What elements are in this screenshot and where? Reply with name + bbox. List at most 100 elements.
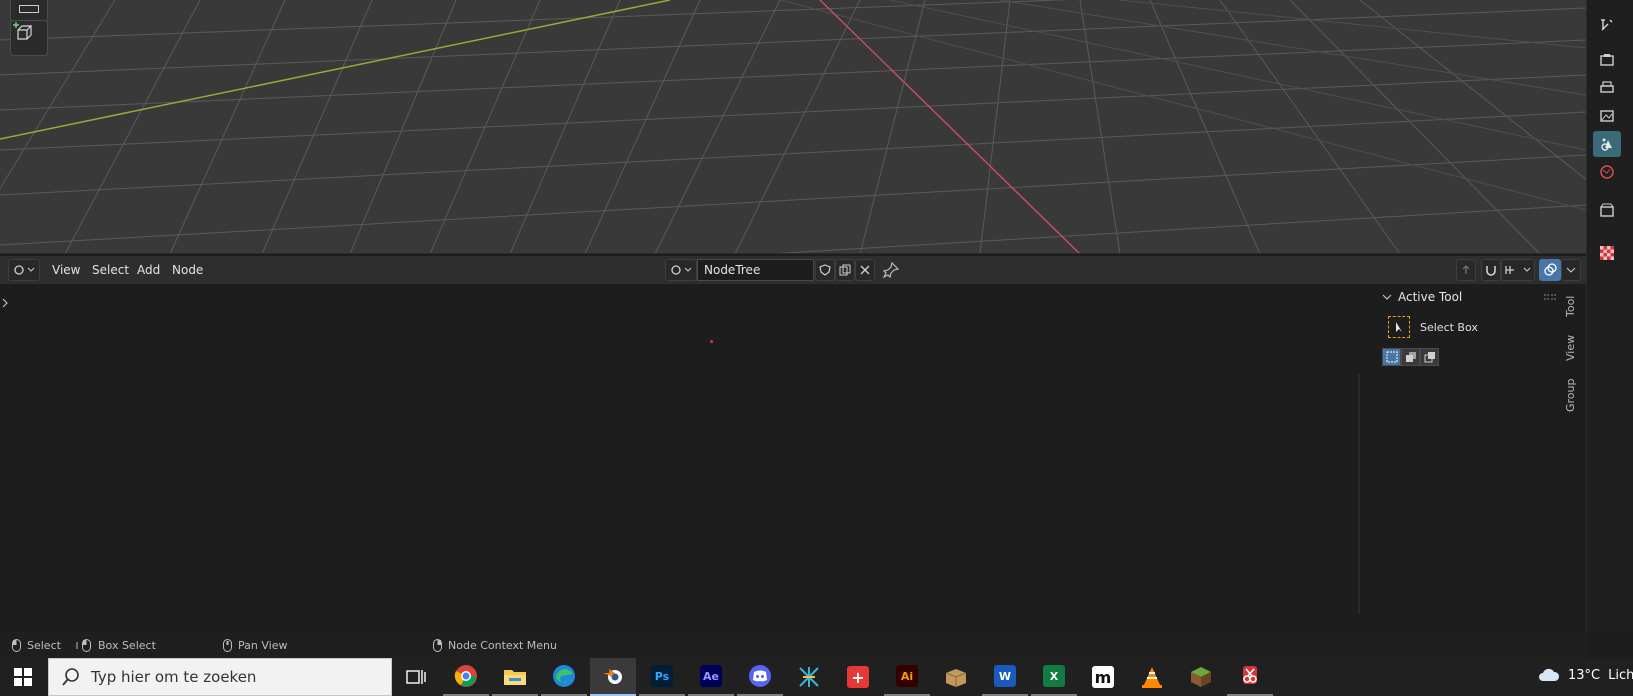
taskbar-chrome[interactable] bbox=[443, 658, 489, 696]
mode-extend-button[interactable] bbox=[1401, 348, 1420, 366]
add-cube-button[interactable] bbox=[10, 20, 48, 56]
weather-widget[interactable]: 13°C Lich bbox=[1538, 667, 1633, 683]
box-icon bbox=[1600, 203, 1614, 217]
taskbar-app-red[interactable]: + bbox=[835, 658, 881, 696]
weather-temp: 13°C bbox=[1568, 667, 1601, 683]
mouse-left-icon bbox=[12, 638, 21, 652]
vlc-cone-icon bbox=[1142, 667, 1162, 688]
scissors-app-icon bbox=[1243, 666, 1257, 684]
node-editor-type-icon bbox=[14, 265, 35, 275]
windows-logo-icon bbox=[14, 668, 32, 686]
mouse-right-icon bbox=[433, 638, 442, 652]
fake-user-button[interactable] bbox=[815, 259, 835, 281]
scene-icon bbox=[1601, 138, 1612, 151]
close-icon bbox=[860, 265, 870, 275]
taskbar-blender[interactable] bbox=[590, 658, 636, 696]
star-app-icon bbox=[799, 667, 819, 687]
snap-element-dropdown[interactable] bbox=[1501, 259, 1535, 281]
active-tool-panel-header[interactable]: Active Tool bbox=[1382, 290, 1462, 304]
task-view-button[interactable] bbox=[393, 658, 439, 696]
taskbar-app-box[interactable] bbox=[933, 658, 979, 696]
drag-handle-icon[interactable] bbox=[1544, 294, 1556, 300]
task-view-icon bbox=[406, 670, 426, 684]
m-app-icon: m bbox=[1092, 666, 1114, 688]
sidebar-tab-view[interactable]: View bbox=[1564, 334, 1580, 362]
checker-texture-icon bbox=[1600, 246, 1614, 260]
taskbar-file-explorer[interactable] bbox=[492, 658, 538, 696]
sidebar-tab-group[interactable]: Group bbox=[1564, 378, 1580, 412]
menu-view[interactable]: View bbox=[52, 261, 80, 279]
parent-node-tree-button[interactable] bbox=[1456, 259, 1476, 281]
mode-subtract-button[interactable] bbox=[1420, 348, 1439, 366]
snap-grid-icon bbox=[1505, 266, 1531, 274]
viewport-tool-button[interactable] bbox=[10, 0, 48, 22]
tab-output[interactable] bbox=[1593, 75, 1621, 101]
arrow-up-icon bbox=[1462, 265, 1470, 274]
menu-node[interactable]: Node bbox=[172, 261, 203, 279]
nodetree-name-field[interactable]: NodeTree bbox=[697, 259, 814, 281]
taskbar-illustrator[interactable]: Ai bbox=[884, 658, 930, 696]
illustrator-icon: Ai bbox=[896, 665, 918, 687]
taskbar-edge[interactable] bbox=[541, 658, 587, 696]
taskbar-app-m[interactable]: m bbox=[1080, 658, 1126, 696]
selection-new-icon bbox=[1386, 351, 1397, 363]
properties-tabs bbox=[1586, 0, 1633, 632]
3d-viewport[interactable] bbox=[0, 0, 1586, 254]
tab-render[interactable] bbox=[1593, 47, 1621, 73]
status-box-select-label: Box Select bbox=[98, 638, 156, 652]
printer-icon bbox=[1600, 81, 1614, 93]
folder-icon bbox=[504, 670, 526, 685]
taskbar-word[interactable]: W bbox=[982, 658, 1028, 696]
pin-icon bbox=[882, 261, 900, 279]
tab-texture[interactable] bbox=[1593, 240, 1621, 266]
tab-world[interactable] bbox=[1593, 159, 1621, 185]
cloud-icon bbox=[1539, 668, 1560, 681]
overlay-icon bbox=[1544, 263, 1557, 276]
nodetree-browse-button[interactable] bbox=[665, 259, 697, 281]
viewport-grid bbox=[0, 0, 1586, 253]
snap-toggle[interactable] bbox=[1481, 259, 1501, 281]
menu-select[interactable]: Select bbox=[92, 261, 129, 279]
status-context-menu-label: Node Context Menu bbox=[448, 638, 557, 652]
taskbar-after-effects[interactable]: Ae bbox=[688, 658, 734, 696]
shield-icon bbox=[819, 264, 831, 276]
overlay-dropdown[interactable] bbox=[1561, 259, 1581, 281]
node-editor-canvas[interactable] bbox=[0, 284, 1586, 632]
sidebar-tab-tool[interactable]: Tool bbox=[1564, 294, 1580, 318]
discord-icon bbox=[749, 665, 771, 687]
editor-type-dropdown[interactable] bbox=[8, 259, 40, 281]
edge-icon bbox=[553, 665, 575, 687]
pin-button[interactable] bbox=[882, 261, 900, 282]
duplicate-button[interactable] bbox=[835, 259, 855, 281]
mode-new-button[interactable] bbox=[1382, 348, 1401, 366]
tool-name: Select Box bbox=[1420, 320, 1478, 334]
mouse-middle-icon bbox=[223, 638, 232, 652]
taskbar-excel[interactable]: X bbox=[1031, 658, 1077, 696]
add-cube-icon bbox=[13, 22, 33, 40]
tab-collection[interactable] bbox=[1593, 197, 1621, 223]
toolbar-expand-icon[interactable] bbox=[1, 298, 11, 308]
tab-tool[interactable] bbox=[1593, 12, 1621, 38]
tab-scene[interactable] bbox=[1593, 131, 1621, 157]
tab-view-layer[interactable] bbox=[1593, 103, 1621, 129]
node-editor-header: View Select Add Node NodeTree bbox=[0, 256, 1586, 284]
chrome-icon bbox=[454, 665, 477, 687]
sidebar-scrollbar[interactable] bbox=[1358, 374, 1360, 614]
world-icon bbox=[1600, 165, 1614, 179]
menu-add[interactable]: Add bbox=[137, 261, 160, 279]
start-button[interactable] bbox=[0, 658, 46, 696]
taskbar-snip[interactable] bbox=[1227, 658, 1273, 696]
unlink-button[interactable] bbox=[855, 259, 875, 281]
taskbar-discord[interactable] bbox=[737, 658, 783, 696]
active-tool-row[interactable]: Select Box bbox=[1388, 316, 1478, 338]
excel-icon: X bbox=[1043, 665, 1065, 687]
taskbar-search[interactable]: Typ hier om te zoeken bbox=[48, 658, 392, 696]
taskbar-app-x[interactable] bbox=[786, 658, 832, 696]
taskbar-photoshop[interactable]: Ps bbox=[639, 658, 685, 696]
chevron-down-icon bbox=[1566, 267, 1576, 273]
overlay-toggle[interactable] bbox=[1539, 259, 1561, 281]
taskbar-minecraft[interactable] bbox=[1178, 658, 1224, 696]
status-box-select: Box Select bbox=[76, 637, 156, 653]
taskbar-vlc[interactable] bbox=[1129, 658, 1175, 696]
cursor-dot bbox=[710, 340, 713, 343]
